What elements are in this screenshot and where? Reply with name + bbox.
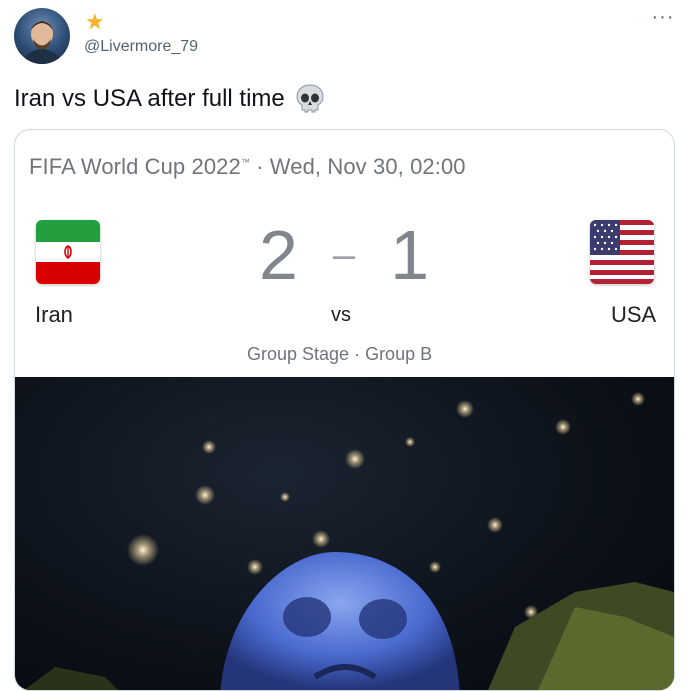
match-score: 2 – 1: [259, 215, 429, 295]
embedded-media-card[interactable]: FIFA World Cup 2022™ · Wed, Nov 30, 02:0…: [14, 129, 675, 691]
competition-name: FIFA World Cup 2022: [29, 154, 241, 179]
away-score: 1: [390, 216, 429, 294]
video-preview[interactable]: [15, 377, 674, 690]
author-handle[interactable]: @Livermore_79: [84, 38, 198, 56]
home-team-name: Iran: [35, 302, 73, 327]
tweet-text-content: Iran vs USA after full time: [14, 85, 285, 112]
score-separator: –: [332, 233, 356, 277]
vs-label: vs: [331, 304, 351, 326]
tweet-text: Iran vs USA after full time: [14, 82, 327, 116]
match-datetime: · Wed, Nov 30, 02:00: [256, 154, 466, 179]
usa-flag-icon: [590, 220, 654, 284]
skull-icon: [293, 82, 327, 116]
video-frame-image: [24, 392, 674, 690]
match-header: FIFA World Cup 2022™ · Wed, Nov 30, 02:0…: [29, 154, 466, 180]
home-score: 2: [259, 216, 298, 294]
away-team-name: USA: [611, 302, 657, 327]
trademark: ™: [240, 157, 250, 167]
iran-flag-icon: [36, 220, 100, 284]
more-options-icon[interactable]: ···: [650, 7, 676, 30]
match-stage: Group Stage · Group B: [247, 344, 433, 364]
star-icon: ★: [85, 9, 105, 34]
avatar[interactable]: [14, 8, 70, 64]
